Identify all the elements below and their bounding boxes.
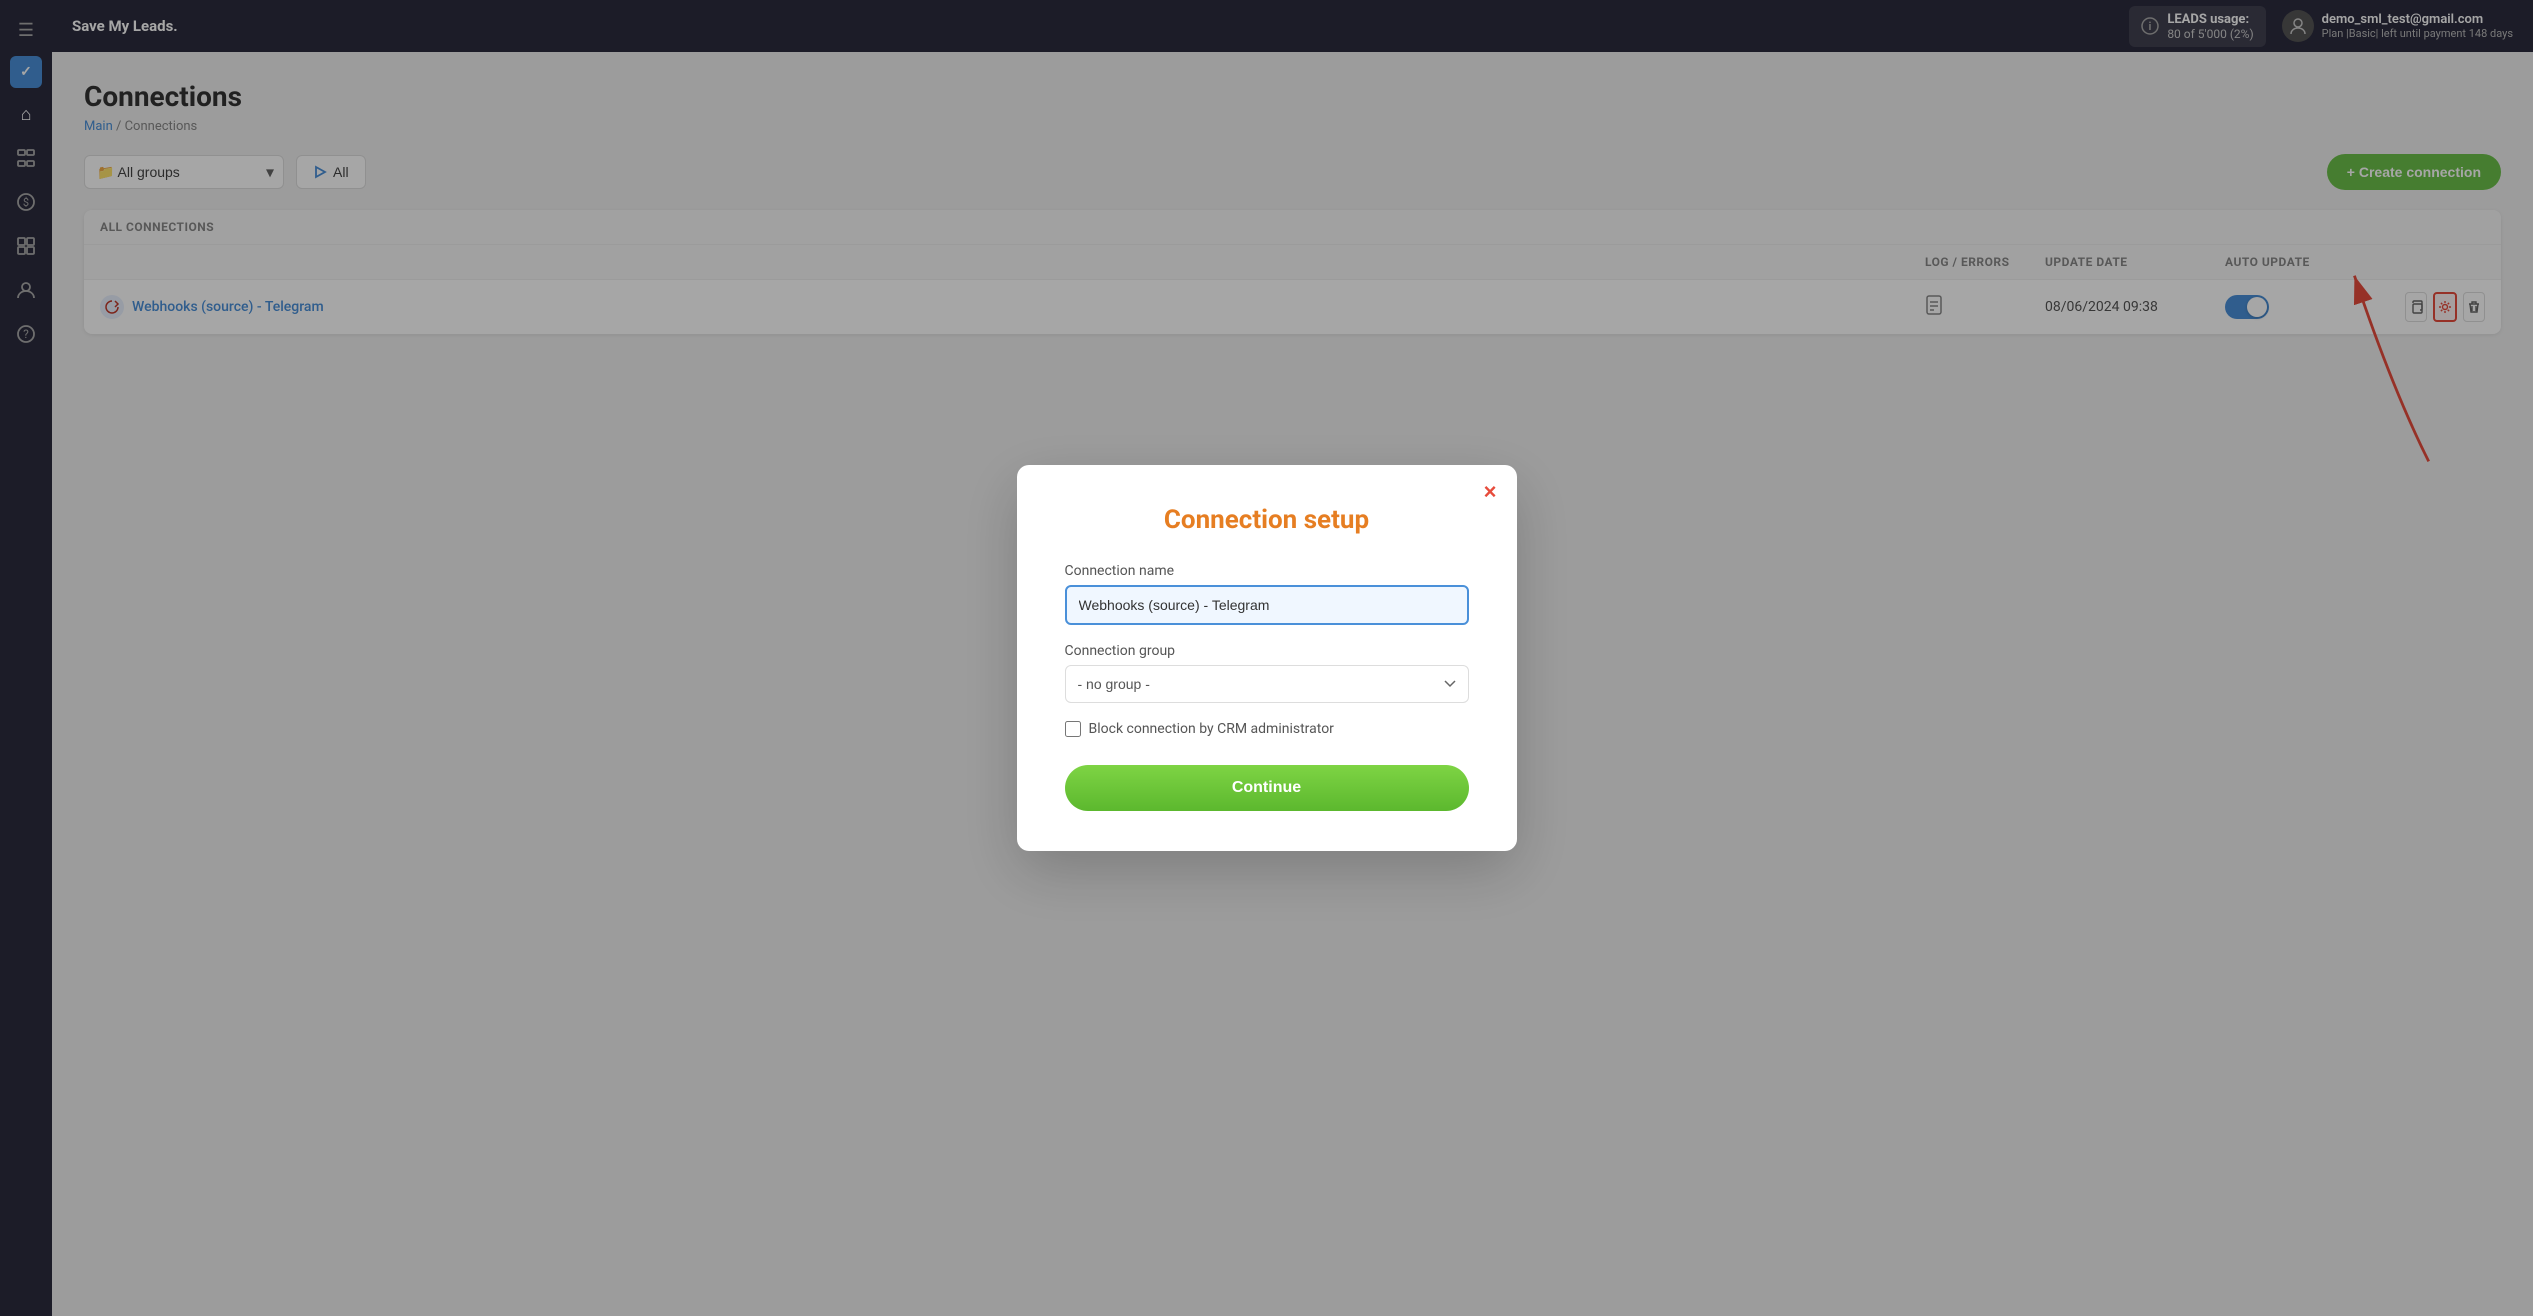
block-connection-label: Block connection by CRM administrator — [1089, 721, 1334, 737]
block-connection-row: Block connection by CRM administrator — [1065, 721, 1469, 737]
block-connection-checkbox[interactable] — [1065, 721, 1081, 737]
conn-group-select[interactable]: - no group - Group 1 Group 2 — [1065, 665, 1469, 703]
conn-group-label: Connection group — [1065, 643, 1469, 659]
modal-close-button[interactable]: × — [1484, 481, 1497, 503]
conn-name-label: Connection name — [1065, 563, 1469, 579]
conn-name-input[interactable] — [1065, 585, 1469, 625]
continue-button[interactable]: Continue — [1065, 765, 1469, 811]
modal-title: Connection setup — [1065, 505, 1469, 535]
modal-overlay: × Connection setup Connection name Conne… — [0, 0, 2533, 1316]
connection-setup-modal: × Connection setup Connection name Conne… — [1017, 465, 1517, 851]
